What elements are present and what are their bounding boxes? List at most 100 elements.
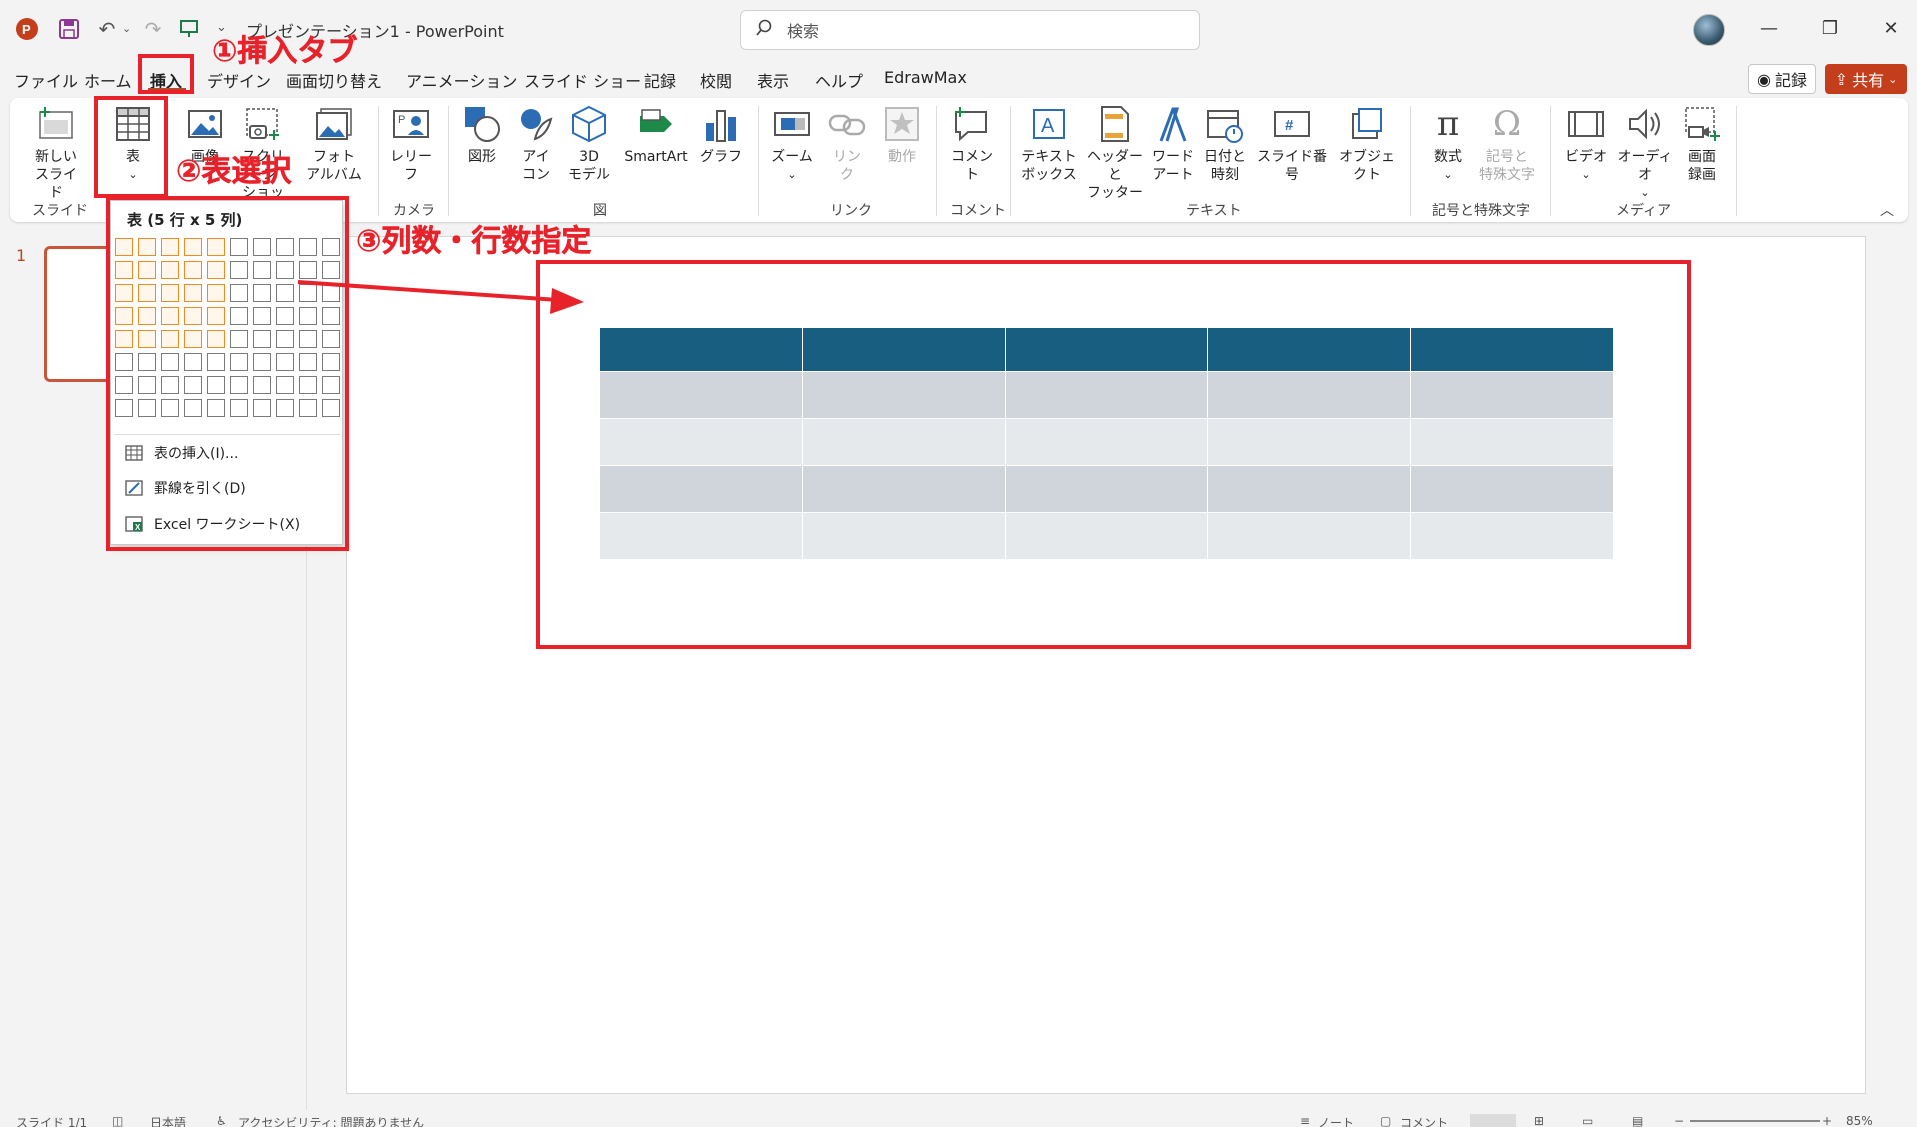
chart-icon	[701, 104, 741, 144]
zoom-icon	[772, 104, 812, 144]
tab-review[interactable]: 校閲	[700, 68, 732, 92]
symbol-button[interactable]: Ω 記号と 特殊文字	[1476, 104, 1538, 184]
equation-label: 数式	[1434, 149, 1462, 165]
tab-animations[interactable]: アニメーション	[406, 68, 517, 92]
accessibility-status[interactable]: アクセシビリティ: 問題ありません	[238, 1114, 424, 1127]
screen-recording-button[interactable]: 画面 録画	[1680, 104, 1724, 184]
smartart-button[interactable]: SmartArt	[620, 104, 692, 166]
cameo-label: レリー フ	[390, 149, 432, 183]
smartart-label: SmartArt	[624, 149, 688, 165]
photo-album-label: フォト アルバム	[306, 149, 362, 183]
slide-count: スライド 1/1	[16, 1116, 88, 1127]
textbox-button[interactable]: A テキスト ボックス	[1018, 104, 1080, 184]
redo-icon[interactable]: ↷	[140, 16, 166, 42]
record-button[interactable]: ◉ 記録	[1748, 64, 1816, 94]
group-label-text: テキスト	[1186, 203, 1242, 219]
group-label-media: メディア	[1616, 203, 1672, 219]
present-icon[interactable]	[176, 16, 202, 42]
group-label-links: リンク	[830, 203, 872, 219]
ribbon-separator	[1550, 106, 1551, 216]
slide-sorter-icon[interactable]: ⊞	[1534, 1114, 1544, 1127]
chevron-down-icon: ⌄	[787, 168, 797, 181]
3d-models-button[interactable]: 3D モデル	[562, 104, 616, 184]
zoom-in-icon[interactable]: +	[1822, 1114, 1832, 1127]
group-label-slides: スライド	[32, 203, 88, 219]
video-label: ビデオ	[1565, 149, 1607, 165]
calendar-icon	[1205, 104, 1245, 144]
ribbon-separator	[936, 106, 937, 216]
icons-label: アイ コン	[522, 149, 550, 183]
zoom-slider[interactable]	[1690, 1120, 1820, 1122]
audio-button[interactable]: オーディオ ⌄	[1614, 104, 1676, 202]
speaker-icon	[1625, 104, 1665, 144]
tab-file[interactable]: ファイル	[14, 68, 78, 92]
slideshow-view-icon[interactable]: ▤	[1632, 1114, 1643, 1127]
new-slide-icon	[36, 104, 76, 144]
new-slide-button[interactable]: 新しい スライド	[30, 104, 82, 202]
wordart-icon	[1153, 104, 1193, 144]
search-box[interactable]: 検索	[740, 10, 1200, 50]
wordart-label: ワード アート	[1152, 149, 1194, 183]
header-footer-button[interactable]: ヘッダーと フッター	[1084, 104, 1146, 202]
icons-button[interactable]: アイ コン	[516, 104, 556, 184]
object-button[interactable]: オブジェクト	[1334, 104, 1400, 184]
tab-edrawmax[interactable]: EdrawMax	[884, 68, 967, 87]
minimize-icon[interactable]: —	[1754, 16, 1784, 42]
zoom-button[interactable]: ズーム ⌄	[770, 104, 814, 184]
comments-button[interactable]: コメント	[1400, 1114, 1448, 1127]
tab-slideshow[interactable]: スライド ショー	[524, 68, 641, 92]
group-label-comments: コメント	[950, 203, 1006, 219]
symbol-label: 記号と 特殊文字	[1479, 149, 1535, 183]
restore-icon[interactable]: ❐	[1815, 16, 1845, 42]
reading-view-icon[interactable]: ▭	[1582, 1114, 1593, 1127]
book-icon[interactable]: ◫	[112, 1114, 123, 1127]
svg-text:A: A	[1041, 115, 1055, 137]
screenshot-icon	[243, 104, 283, 144]
zoom-out-icon[interactable]: −	[1674, 1114, 1684, 1127]
comment-label: コメント	[951, 149, 993, 183]
accessibility-icon[interactable]: ♿	[216, 1114, 227, 1127]
tab-design[interactable]: デザイン	[207, 68, 271, 92]
tab-view[interactable]: 表示	[757, 68, 789, 92]
tab-record[interactable]: 記録	[644, 68, 676, 92]
notes-icon[interactable]: ≡	[1300, 1114, 1310, 1127]
equation-button[interactable]: π 数式 ⌄	[1426, 104, 1470, 184]
link-button[interactable]: リン ク	[826, 104, 868, 184]
shapes-button[interactable]: 図形	[462, 104, 502, 166]
undo-icon[interactable]: ↶	[94, 16, 120, 42]
tab-transitions[interactable]: 画面切り替え	[286, 68, 382, 92]
svg-text:P: P	[398, 114, 405, 126]
collapse-ribbon-icon[interactable]: ︿	[1880, 200, 1894, 220]
search-icon	[755, 19, 773, 41]
video-button[interactable]: ビデオ ⌄	[1564, 104, 1608, 184]
save-icon[interactable]	[56, 16, 82, 42]
slide-number-button[interactable]: # スライド番号	[1254, 104, 1330, 184]
undo-dropdown-icon[interactable]: ⌄	[122, 22, 131, 35]
photo-album-icon	[314, 104, 354, 144]
close-icon[interactable]: ✕	[1876, 16, 1906, 42]
action-button[interactable]: 動作	[880, 104, 924, 166]
comment-button[interactable]: コメント	[946, 104, 998, 184]
user-avatar[interactable]	[1693, 14, 1725, 46]
tab-help[interactable]: ヘルプ	[815, 68, 863, 92]
group-label-illustrations: 図	[593, 203, 607, 219]
zoom-level[interactable]: 85%	[1846, 1114, 1873, 1127]
tab-home[interactable]: ホーム	[84, 68, 132, 92]
textbox-label: テキスト ボックス	[1021, 149, 1077, 183]
ribbon-separator	[758, 106, 759, 216]
chart-label: グラフ	[700, 149, 742, 165]
normal-view-icon[interactable]	[1470, 1114, 1516, 1127]
chart-button[interactable]: グラフ	[700, 104, 742, 166]
shapes-label: 図形	[468, 149, 496, 165]
language[interactable]: 日本語	[150, 1114, 186, 1127]
smartart-icon	[636, 104, 676, 144]
comments-icon[interactable]: ▢	[1380, 1114, 1391, 1127]
zoom-label: ズーム	[771, 149, 813, 165]
notes-button[interactable]: ノート	[1318, 1114, 1354, 1127]
share-button[interactable]: ⇪ 共有 ⌄	[1825, 64, 1907, 94]
cameo-button[interactable]: P レリー フ	[388, 104, 434, 184]
datetime-button[interactable]: 日付と 時刻	[1202, 104, 1248, 184]
omega-icon: Ω	[1492, 104, 1522, 144]
photo-album-button[interactable]: フォト アルバム	[306, 104, 362, 184]
wordart-button[interactable]: ワード アート	[1148, 104, 1198, 184]
